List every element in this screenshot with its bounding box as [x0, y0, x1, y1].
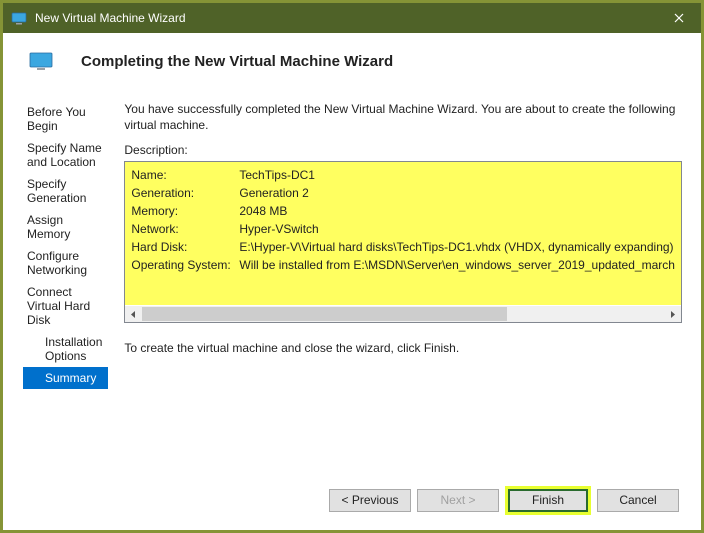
- next-button: Next >: [417, 489, 499, 512]
- description-content: Name:TechTips-DC1 Generation:Generation …: [125, 162, 681, 305]
- summary-val: 2048 MB: [239, 202, 287, 220]
- nav-before-you-begin[interactable]: Before You Begin: [23, 101, 108, 137]
- scroll-thumb[interactable]: [142, 307, 507, 321]
- summary-val: E:\Hyper-V\Virtual hard disks\TechTips-D…: [239, 238, 673, 256]
- previous-button[interactable]: < Previous: [329, 489, 411, 512]
- window-title: New Virtual Machine Wizard: [35, 11, 656, 25]
- summary-row: Operating System:Will be installed from …: [131, 256, 675, 274]
- summary-val: Generation 2: [239, 184, 308, 202]
- titlebar: New Virtual Machine Wizard: [3, 3, 701, 33]
- wizard-header: Completing the New Virtual Machine Wizar…: [3, 33, 701, 91]
- summary-row: Generation:Generation 2: [131, 184, 675, 202]
- summary-key: Network:: [131, 220, 239, 238]
- nav-connect-vhd[interactable]: Connect Virtual Hard Disk: [23, 281, 108, 331]
- summary-key: Name:: [131, 166, 239, 184]
- scroll-left-icon[interactable]: [125, 306, 142, 323]
- horizontal-scrollbar[interactable]: [125, 305, 681, 322]
- wizard-icon: [29, 52, 53, 72]
- summary-key: Memory:: [131, 202, 239, 220]
- summary-val: Will be installed from E:\MSDN\Server\en…: [239, 256, 675, 274]
- page-title: Completing the New Virtual Machine Wizar…: [81, 53, 393, 70]
- finish-instruction: To create the virtual machine and close …: [124, 341, 682, 355]
- nav-configure-networking[interactable]: Configure Networking: [23, 245, 108, 281]
- nav-installation-options[interactable]: Installation Options: [23, 331, 108, 367]
- summary-val: TechTips-DC1: [239, 166, 315, 184]
- nav-specify-name-location[interactable]: Specify Name and Location: [23, 137, 108, 173]
- cancel-button[interactable]: Cancel: [597, 489, 679, 512]
- summary-key: Generation:: [131, 184, 239, 202]
- summary-row: Network:Hyper-VSwitch: [131, 220, 675, 238]
- description-box: Name:TechTips-DC1 Generation:Generation …: [124, 161, 682, 323]
- summary-val: Hyper-VSwitch: [239, 220, 318, 238]
- summary-key: Hard Disk:: [131, 238, 239, 256]
- wizard-window: New Virtual Machine Wizard Completing th…: [3, 3, 701, 530]
- nav-summary[interactable]: Summary: [23, 367, 108, 389]
- scroll-track[interactable]: [142, 306, 664, 323]
- close-button[interactable]: [656, 3, 701, 33]
- app-icon: [11, 10, 27, 26]
- scroll-right-icon[interactable]: [664, 306, 681, 323]
- intro-text: You have successfully completed the New …: [124, 101, 682, 133]
- summary-key: Operating System:: [131, 256, 239, 274]
- finish-highlight: Finish: [505, 486, 591, 515]
- nav-assign-memory[interactable]: Assign Memory: [23, 209, 108, 245]
- summary-row: Hard Disk:E:\Hyper-V\Virtual hard disks\…: [131, 238, 675, 256]
- wizard-footer: < Previous Next > Finish Cancel: [3, 470, 701, 530]
- summary-row: Name:TechTips-DC1: [131, 166, 675, 184]
- wizard-content: You have successfully completed the New …: [108, 101, 682, 470]
- finish-button[interactable]: Finish: [508, 489, 588, 512]
- wizard-nav: Before You Begin Specify Name and Locati…: [23, 101, 108, 470]
- nav-specify-generation[interactable]: Specify Generation: [23, 173, 108, 209]
- summary-row: Memory:2048 MB: [131, 202, 675, 220]
- description-label: Description:: [124, 143, 682, 157]
